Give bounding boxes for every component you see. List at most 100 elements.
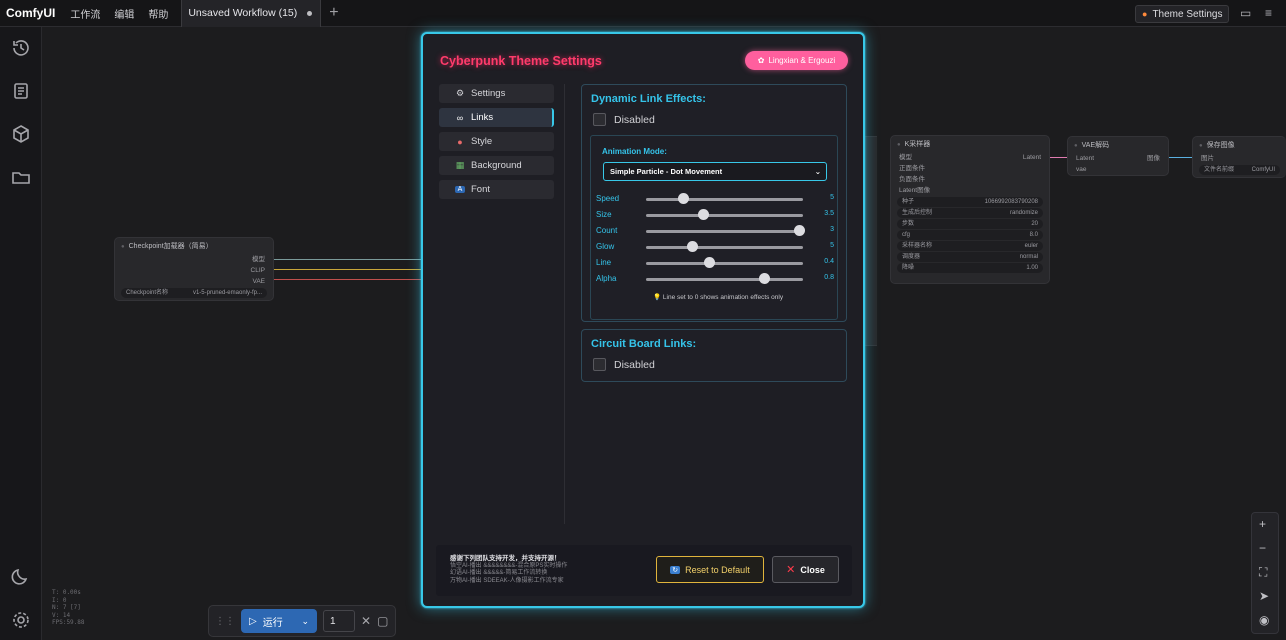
zoom-out-icon[interactable]: − <box>1259 541 1266 555</box>
input-latent-image[interactable]: Latent图像 <box>891 185 1049 196</box>
denoise-field[interactable]: 降噪 1.00 <box>897 263 1043 273</box>
queue-list-icon[interactable] <box>11 81 31 101</box>
run-button[interactable]: ▷ 运行 ⌄ <box>241 609 317 633</box>
slider-thumb[interactable] <box>794 225 805 236</box>
zoom-in-icon[interactable]: + <box>1259 517 1266 531</box>
output-model[interactable]: 模型 <box>115 254 273 265</box>
pointer-mode-icon[interactable]: ➤ <box>1259 589 1269 603</box>
slider-alpha[interactable]: Alpha 0.8 <box>596 272 834 286</box>
dynamic-link-effects-section: Dynamic Link Effects: Disabled Animation… <box>581 84 847 322</box>
folder-icon[interactable] <box>11 167 31 187</box>
output-latent[interactable]: Latent <box>1023 152 1041 163</box>
app-logo[interactable]: ComfyUI <box>0 6 63 20</box>
moon-theme-icon[interactable] <box>11 566 31 586</box>
input-negative[interactable]: 负面条件 <box>891 174 1049 185</box>
new-tab-plus-icon[interactable]: + <box>321 4 346 22</box>
nav-settings[interactable]: ⚙ Settings <box>439 84 554 103</box>
drag-handle-icon[interactable]: ⋮⋮ <box>215 616 235 627</box>
panel-toggle-icon[interactable]: ▭ <box>1240 6 1251 20</box>
ksampler-node[interactable]: K采样器 模型 Latent 正面条件 负面条件 Latent图像 种子 1066… <box>890 135 1050 284</box>
slider-size[interactable]: Size 3.5 <box>596 208 834 222</box>
circuit-enable-row[interactable]: Disabled <box>593 358 655 371</box>
slider-track[interactable] <box>646 262 803 265</box>
section-title: Dynamic Link Effects: <box>591 93 706 105</box>
menu-edit[interactable]: 编辑 <box>107 6 141 21</box>
nav-label: Links <box>471 112 494 123</box>
left-sidebar <box>0 27 42 640</box>
font-icon: A <box>455 186 465 193</box>
author-badge[interactable]: ✿ Lingxian & Ergouzi <box>745 51 848 70</box>
dynamic-enable-checkbox[interactable] <box>593 113 606 126</box>
slider-speed[interactable]: Speed 5 <box>596 192 834 206</box>
control-after-generate-field[interactable]: 生成后控制 randomize <box>897 208 1043 218</box>
slider-thumb[interactable] <box>686 241 698 252</box>
save-image-node[interactable]: 保存图像 图片 文件名前缀 ComfyUI <box>1192 136 1286 178</box>
stat-v: V: 14 <box>52 611 71 619</box>
close-button[interactable]: ✕ Close <box>772 556 839 583</box>
output-image[interactable]: 图像 <box>1147 153 1160 164</box>
cube-model-icon[interactable] <box>11 124 31 144</box>
field-value: 8.0 <box>1029 232 1038 238</box>
menu-workflow[interactable]: 工作流 <box>63 6 107 21</box>
nav-label: Font <box>471 184 491 195</box>
slider-track[interactable] <box>646 214 803 217</box>
input-images[interactable]: 图片 <box>1193 153 1286 164</box>
cancel-x-icon[interactable]: ✕ <box>361 614 371 628</box>
slider-thumb[interactable] <box>677 193 689 204</box>
slider-thumb[interactable] <box>758 273 770 284</box>
slider-track[interactable] <box>646 230 803 233</box>
fit-view-icon[interactable]: ⛶ <box>1259 565 1267 580</box>
input-latent[interactable]: Latent <box>1076 153 1094 164</box>
link-icon: ∞ <box>456 112 464 123</box>
slider-thumb[interactable] <box>697 209 709 220</box>
close-button-label: Close <box>800 564 825 575</box>
scheduler-field[interactable]: 调度器 normal <box>897 252 1043 262</box>
stop-square-icon[interactable]: ▢ <box>377 614 388 628</box>
input-vae[interactable]: vae <box>1068 164 1168 175</box>
output-vae[interactable]: VAE <box>115 276 273 287</box>
checkpoint-name-field[interactable]: Checkpoint名称 v1-5-pruned-emaonly-fp... <box>121 288 267 298</box>
nav-links[interactable]: ∞ Links <box>439 108 554 127</box>
render-stats: T: 0.00s I: 0 N: 7 [7] V: 14 FPS:59.88 <box>52 589 85 627</box>
nav-font[interactable]: A Font <box>439 180 554 199</box>
slider-track[interactable] <box>646 198 803 201</box>
animation-mode-select[interactable]: Simple Particle - Dot Movement ⌄ <box>603 162 827 181</box>
menu-help[interactable]: 帮助 <box>141 6 175 21</box>
steps-field[interactable]: 步数 20 <box>897 219 1043 229</box>
cfg-field[interactable]: cfg 8.0 <box>897 230 1043 240</box>
slider-label: Line <box>596 258 612 267</box>
circuit-enable-checkbox[interactable] <box>593 358 606 371</box>
slider-count[interactable]: Count 3 <box>596 224 834 238</box>
field-value: v1-5-pruned-emaonly-fp... <box>192 290 262 296</box>
chevron-down-icon[interactable]: ⌄ <box>301 616 309 627</box>
hamburger-menu-icon[interactable]: ≡ <box>1265 6 1272 20</box>
slider-track[interactable] <box>646 246 803 249</box>
nav-style[interactable]: ● Style <box>439 132 554 151</box>
dynamic-enable-row[interactable]: Disabled <box>593 113 655 126</box>
unsaved-dot-icon[interactable] <box>307 10 313 16</box>
checkpoint-loader-node[interactable]: Checkpoint加载器（简易） 模型 CLIP VAE Checkpoint… <box>114 237 274 301</box>
input-positive[interactable]: 正面条件 <box>891 163 1049 174</box>
filename-prefix-field[interactable]: 文件名前缀 ComfyUI <box>1199 165 1280 175</box>
visibility-eye-icon[interactable]: ◉ <box>1259 613 1269 627</box>
nav-background[interactable]: ▦ Background <box>439 156 554 175</box>
slider-track[interactable] <box>646 278 803 281</box>
vae-decode-node[interactable]: VAE解码 Latent 图像 vae <box>1067 136 1169 176</box>
reset-to-default-button[interactable]: ↻ Reset to Default <box>656 556 764 583</box>
reset-button-label: Reset to Default <box>685 564 750 575</box>
seed-field[interactable]: 种子 1066992083790208 <box>897 197 1043 207</box>
theme-settings-button[interactable]: ● Theme Settings <box>1135 5 1230 23</box>
sampler-name-field[interactable]: 采样器名称 euler <box>897 241 1043 251</box>
slider-label: Speed <box>596 194 620 203</box>
hidden-node-edge <box>863 136 877 346</box>
workflow-tab[interactable]: Unsaved Workflow (15) <box>181 0 322 27</box>
output-clip[interactable]: CLIP <box>115 265 273 276</box>
slider-line[interactable]: Line 0.4 <box>596 256 834 270</box>
play-icon: ▷ <box>249 615 257 627</box>
gear-settings-icon[interactable] <box>11 610 31 630</box>
slider-glow[interactable]: Glow 5 <box>596 240 834 254</box>
input-model[interactable]: 模型 <box>899 152 912 163</box>
history-icon[interactable] <box>11 38 31 58</box>
slider-thumb[interactable] <box>703 257 715 268</box>
batch-count-input[interactable]: 1 <box>323 610 355 632</box>
